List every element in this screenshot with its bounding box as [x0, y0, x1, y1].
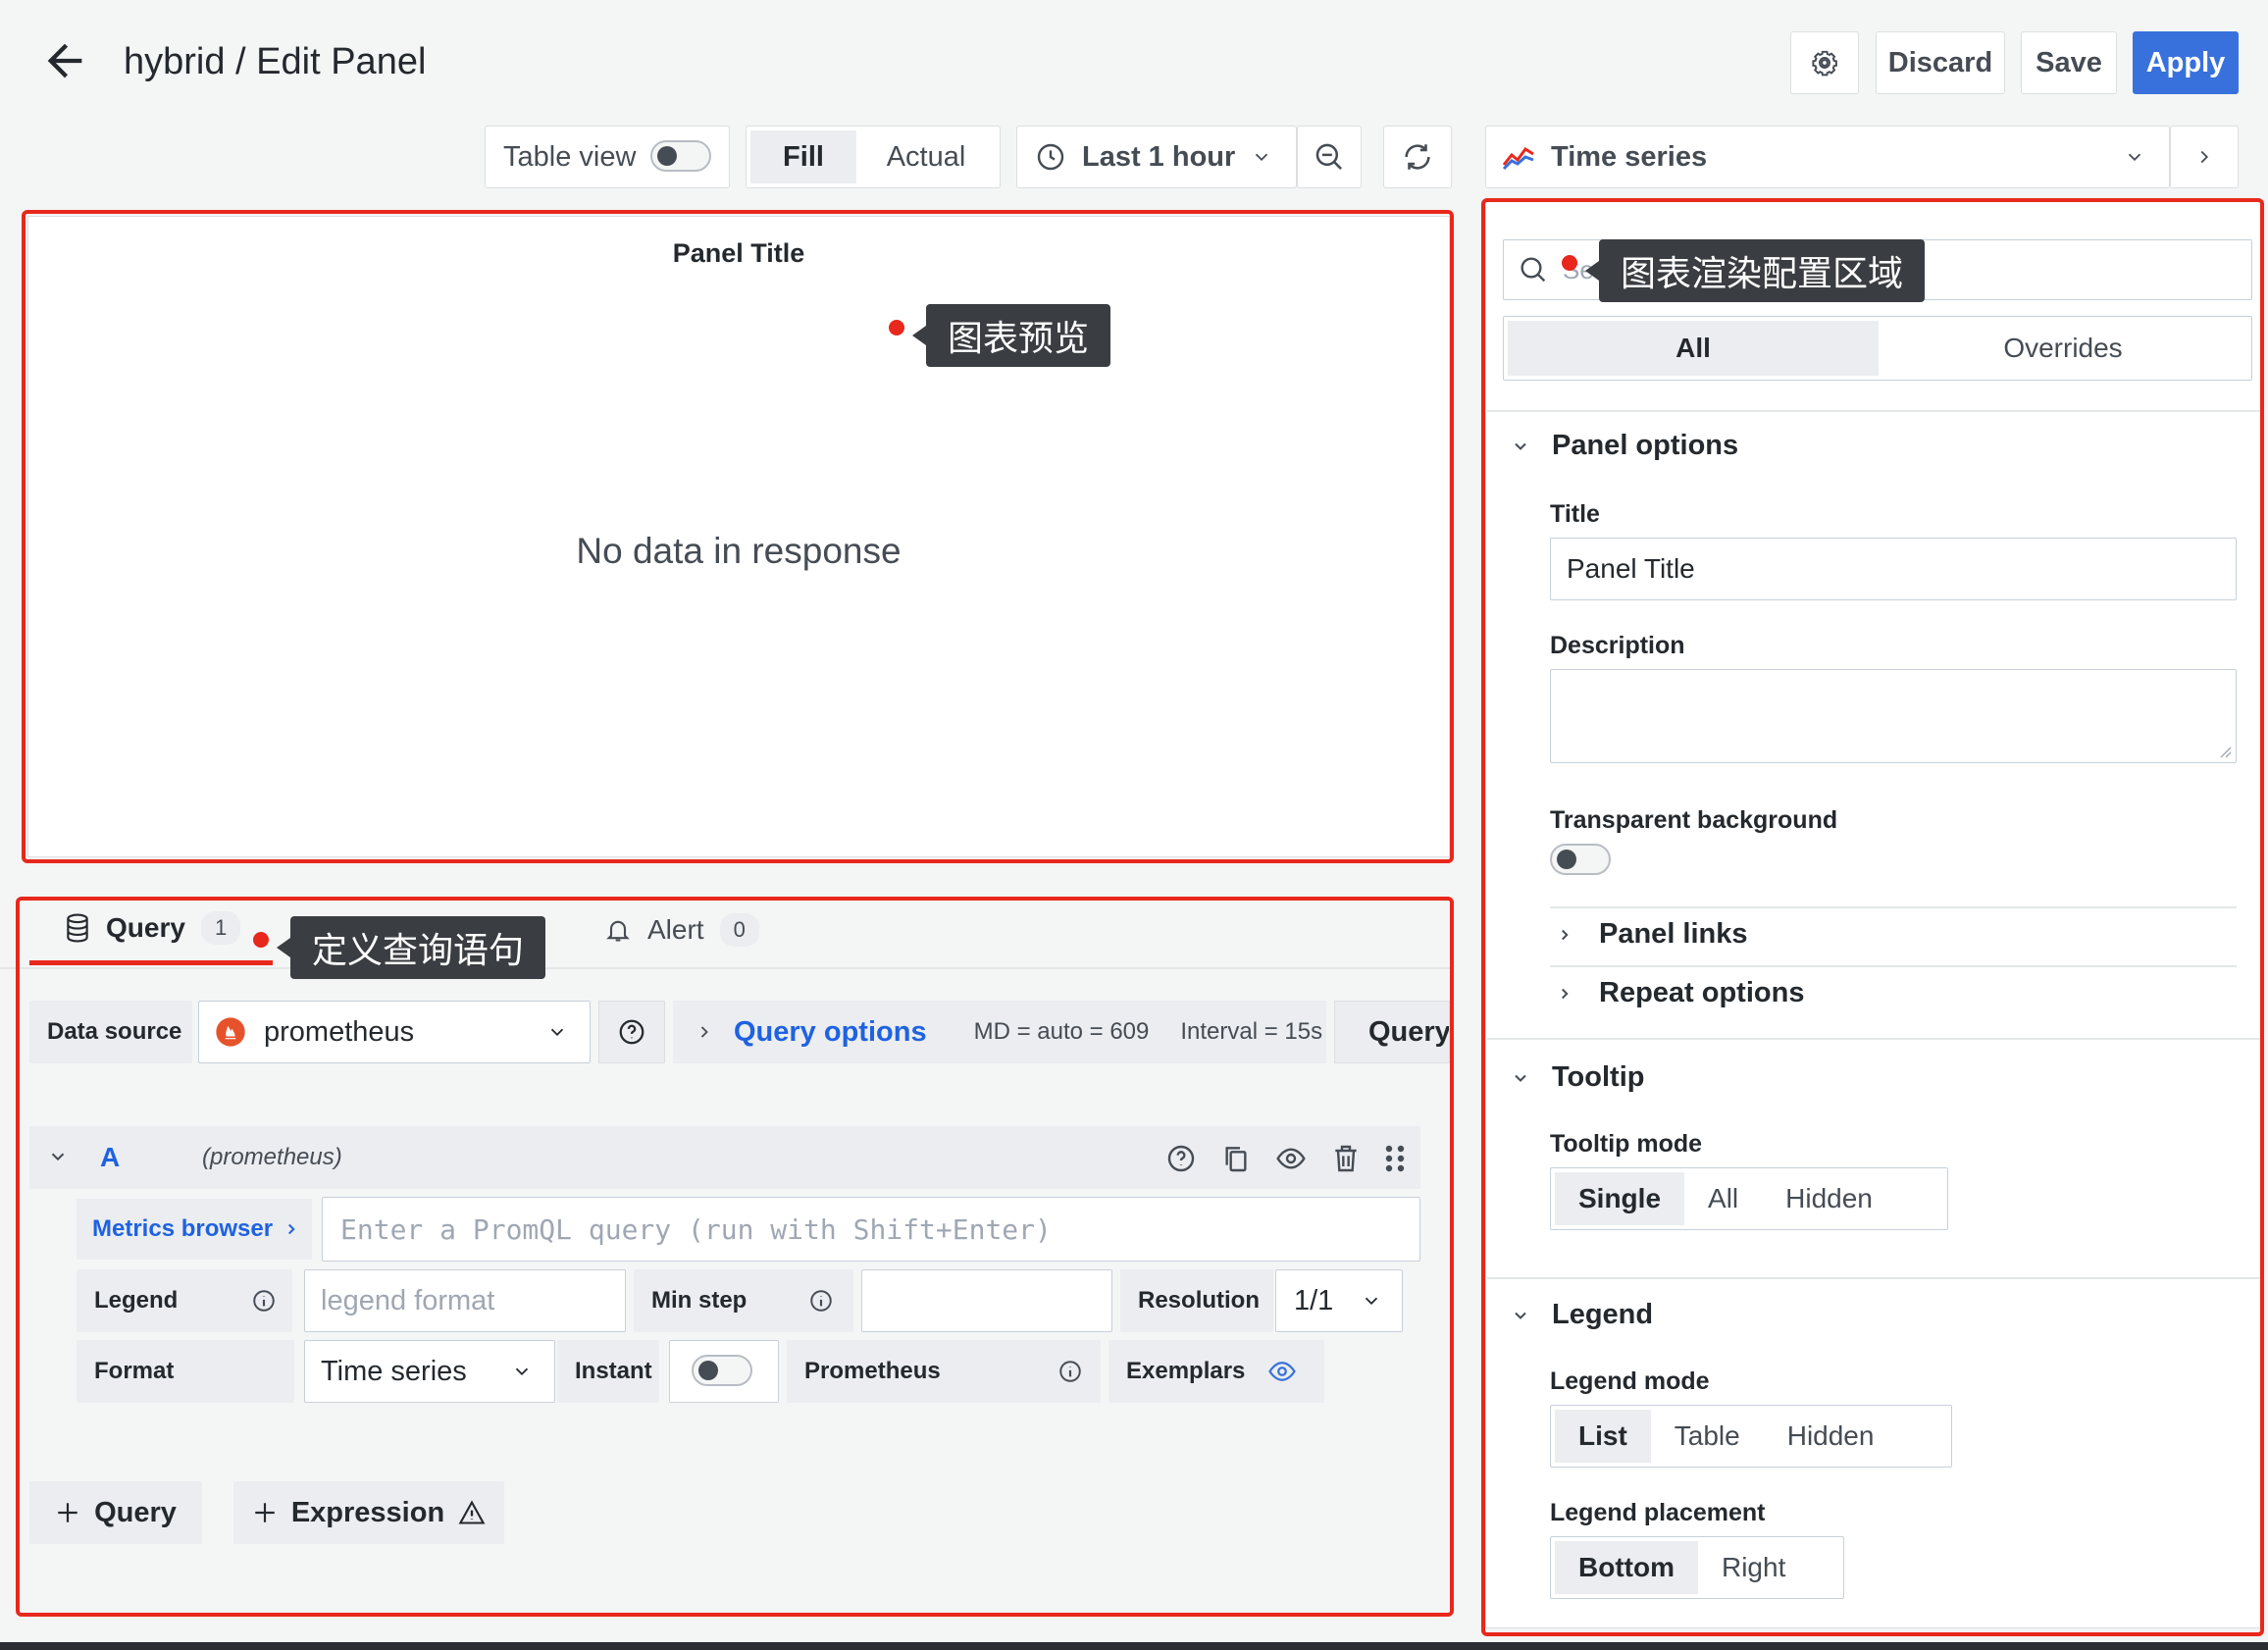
annotation-query-outline: [16, 897, 1454, 1617]
gear-icon: [1812, 50, 1837, 77]
refresh-icon: [1405, 144, 1430, 170]
annotation-dot: [889, 320, 904, 335]
time-series-icon: [1502, 146, 1534, 171]
refresh-button[interactable]: [1383, 126, 1452, 188]
zoom-out-icon: [1315, 143, 1342, 170]
table-view-label: Table view: [503, 140, 637, 173]
time-range-label: Last 1 hour: [1082, 140, 1236, 173]
chevron-right-icon: [2200, 150, 2209, 164]
zoom-out-button[interactable]: [1297, 126, 1362, 188]
time-picker[interactable]: Last 1 hour: [1016, 126, 1297, 188]
table-view-toggle[interactable]: Table view: [485, 126, 730, 188]
clock-icon: [1037, 143, 1064, 171]
fill-option[interactable]: Fill: [750, 130, 856, 183]
apply-button[interactable]: Apply: [2133, 31, 2239, 94]
table-view-switch[interactable]: [650, 140, 711, 172]
visualization-label: Time series: [1551, 140, 1708, 173]
actual-option[interactable]: Actual: [856, 130, 996, 183]
annotation-options-outline: [1481, 198, 2264, 1636]
chevron-down-icon: [1256, 153, 1268, 162]
annotation-preview-outline: [22, 210, 1454, 863]
back-arrow-icon[interactable]: [39, 35, 90, 86]
annotation-preview-label: 图表预览: [911, 304, 1111, 367]
save-button[interactable]: Save: [2021, 31, 2117, 94]
bottom-bar: [0, 1642, 2268, 1650]
fill-actual-group: Fill Actual: [746, 126, 1001, 188]
chevron-down-icon: [2128, 153, 2141, 162]
page-title: hybrid / Edit Panel: [124, 41, 427, 82]
settings-button[interactable]: [1790, 31, 1859, 94]
visualization-picker[interactable]: Time series: [1485, 126, 2170, 188]
collapse-options-button[interactable]: [2170, 126, 2239, 188]
discard-button[interactable]: Discard: [1876, 31, 2005, 94]
